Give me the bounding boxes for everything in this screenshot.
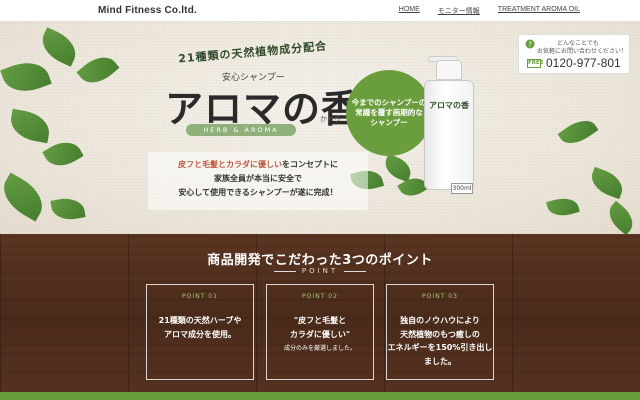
concept-line3: 安心して使用できるシャンプーが遂に完成！ bbox=[178, 188, 338, 197]
herb-leaf-decoration bbox=[7, 108, 53, 144]
freedial-icon: FREE bbox=[527, 59, 544, 68]
contact-line2: お気軽にお問い合わせください！ bbox=[537, 48, 628, 55]
herb-leaf-decoration bbox=[603, 200, 639, 236]
herb-leaf-decoration bbox=[50, 195, 86, 223]
herb-leaf-decoration bbox=[0, 172, 51, 222]
top-bar: Mind Fitness Co.ltd. HOME モニター情報 TREATME… bbox=[0, 0, 640, 22]
question-icon: ? bbox=[525, 39, 535, 49]
point-line: カラダに優しい" bbox=[289, 329, 351, 339]
herb-leaf-decoration bbox=[0, 55, 52, 99]
point-card-1: POINT 01 21種類の天然ハーブや アロマ成分を使用。 bbox=[146, 284, 254, 380]
herb-leaf-decoration bbox=[381, 153, 415, 183]
bubble-line: 常識を覆す画期的な bbox=[355, 107, 423, 117]
shampoo-bottle-image: アロマの香 bbox=[420, 56, 478, 190]
point-text: "皮フと毛髪と カラダに優しい" bbox=[267, 314, 373, 341]
point-card-2: POINT 02 "皮フと毛髪と カラダに優しい" 成分のみを厳選しました。 bbox=[266, 284, 374, 380]
point-card-3: POINT 03 独自のノウハウにより 天然植物のもつ癒しの エネルギーを150… bbox=[386, 284, 494, 380]
point-label: POINT 01 bbox=[182, 293, 218, 300]
volume-badge: 300ml bbox=[451, 183, 473, 194]
nav-monitor[interactable]: モニター情報 bbox=[438, 6, 480, 16]
bubble-line: 今までのシャンプーの bbox=[351, 97, 427, 107]
point-label: POINT 02 bbox=[302, 293, 338, 300]
bottle-label: アロマの香 bbox=[429, 100, 469, 110]
svg-text:?: ? bbox=[528, 41, 532, 49]
bubble-line: シャンプー bbox=[370, 118, 408, 128]
footer-accent-bar bbox=[0, 392, 640, 400]
point-note: 成分のみを厳選しました。 bbox=[283, 345, 356, 353]
herb-leaf-decoration bbox=[587, 166, 627, 200]
concept-rest: をコンセプトに bbox=[282, 160, 338, 169]
herb-aroma-band: HERB & AROMA bbox=[186, 124, 296, 136]
points-title: 商品開発でこだわった3つのポイント bbox=[207, 253, 433, 268]
concept-highlight: 皮フと毛髪とカラダに優しい bbox=[178, 160, 282, 169]
main-nav: HOME モニター情報 TREATMENT AROMA OIL bbox=[399, 6, 580, 16]
herb-leaf-decoration bbox=[42, 135, 84, 173]
point-line: 天然植物のもつ癒しの bbox=[400, 329, 480, 339]
point-line: "皮フと毛髪と bbox=[293, 316, 347, 325]
nav-treatment-oil[interactable]: TREATMENT AROMA OIL bbox=[498, 6, 580, 16]
herb-leaf-decoration bbox=[557, 113, 599, 151]
points-subtitle: POINT bbox=[0, 267, 640, 275]
contact-box[interactable]: ? どんなことでも お気軽にお問い合わせください！ FREE 0120-977-… bbox=[518, 34, 630, 74]
herb-leaf-decoration bbox=[36, 27, 82, 67]
point-line: 独自のノウハウにより bbox=[400, 316, 480, 325]
site-logo[interactable]: Mind Fitness Co.ltd. bbox=[98, 5, 197, 16]
point-line: エネルギーを150%引き出しました。 bbox=[387, 343, 493, 366]
point-line: アロマ成分を使用。 bbox=[164, 329, 236, 339]
point-text: 21種類の天然ハーブや アロマ成分を使用。 bbox=[147, 314, 253, 341]
phone-number[interactable]: 0120-977-801 bbox=[546, 56, 621, 70]
concept-description: 皮フと毛髪とカラダに優しいをコンセプトに 家族全員が本当に安全で 安心して使用で… bbox=[148, 152, 368, 210]
point-label: POINT 03 bbox=[422, 293, 458, 300]
herb-leaf-decoration bbox=[76, 49, 120, 91]
point-text: 独自のノウハウにより 天然植物のもつ癒しの エネルギーを150%引き出しました。 bbox=[387, 314, 493, 368]
herb-leaf-decoration bbox=[546, 194, 580, 220]
nav-home[interactable]: HOME bbox=[399, 6, 420, 16]
hero-title-ruby: かおり bbox=[320, 115, 341, 123]
bottle-cap bbox=[436, 60, 462, 80]
point-line: 21種類の天然ハーブや bbox=[158, 316, 242, 325]
concept-line2: 家族全員が本当に安全で bbox=[214, 174, 302, 183]
